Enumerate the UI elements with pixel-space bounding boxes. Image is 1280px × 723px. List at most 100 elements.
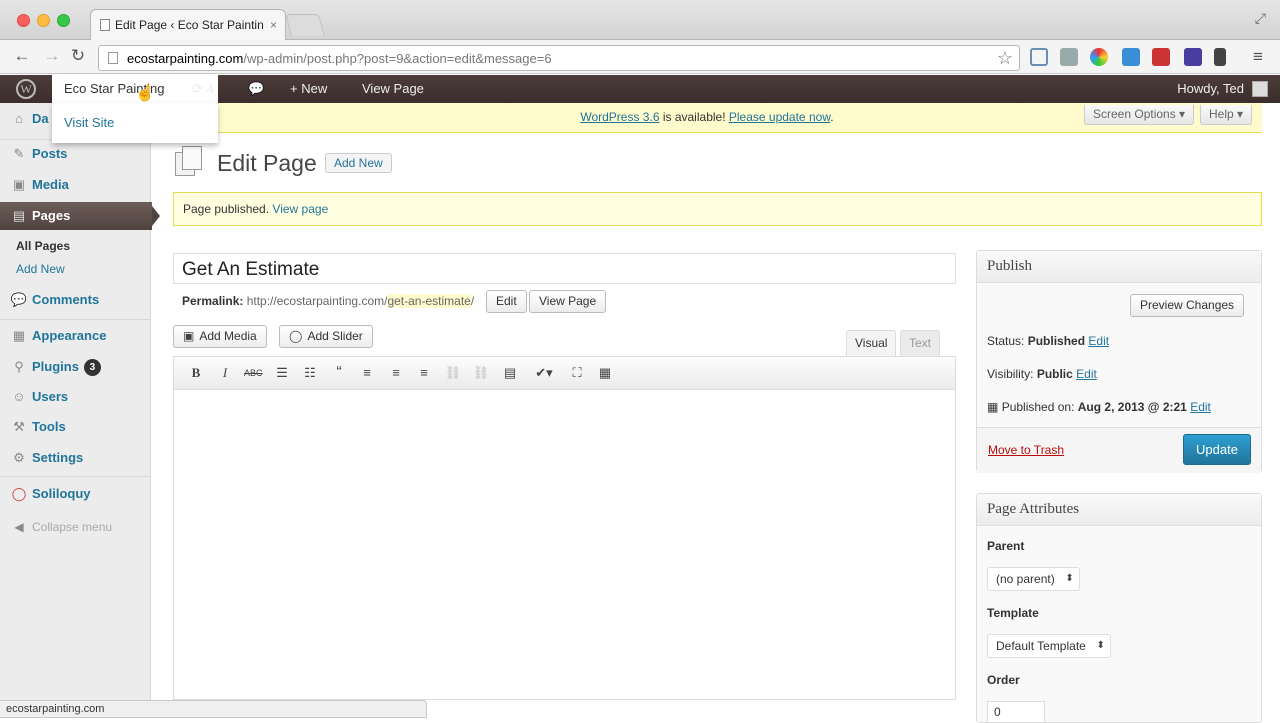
home-icon: ⌂ [15, 111, 23, 126]
menu-appearance[interactable]: ▦ Appearance [0, 322, 151, 350]
screen-options-button[interactable]: Screen Options ▾ [1084, 105, 1195, 125]
extension-icon[interactable] [1060, 48, 1078, 66]
align-right-icon[interactable]: ≡ [415, 364, 433, 382]
bullet-list-icon[interactable]: ☰ [273, 364, 291, 382]
fullscreen-icon[interactable]: ⤢ [1255, 10, 1266, 27]
submenu-all-pages[interactable]: All Pages [16, 239, 70, 253]
wordpress-version-link[interactable]: WordPress 3.6 [580, 110, 659, 124]
extension-icon[interactable] [1122, 48, 1140, 66]
menu-label: Soliloquy [32, 486, 91, 501]
parent-value: (no parent) [996, 572, 1055, 586]
spellcheck-icon[interactable]: ✔▾ [529, 364, 559, 382]
address-bar[interactable]: ecostarpainting.com/wp-admin/post.php?po… [98, 45, 1020, 71]
post-title-input[interactable]: Get An Estimate [173, 253, 956, 284]
users-icon: ☺ [12, 389, 26, 404]
wordpress-logo-icon[interactable]: W [0, 75, 52, 103]
parent-select[interactable]: (no parent) ⬍ [987, 567, 1080, 591]
divider [0, 476, 151, 477]
collapse-menu-button[interactable]: ◀ Collapse menu [0, 513, 151, 541]
preview-changes-button[interactable]: Preview Changes [1130, 294, 1245, 317]
update-button[interactable]: Update [1183, 434, 1251, 465]
updates-link[interactable]: ⟳ 4 [192, 75, 214, 103]
bookmark-star-icon[interactable]: ☆ [997, 48, 1013, 69]
forward-arrow-icon[interactable]: → [42, 46, 62, 66]
editor-toolbar: B I ABC ☰ ☷ “ ≡ ≡ ≡ ⛓ ⛓ ▤ ✔▾ ⛶ ▦ [173, 356, 956, 390]
extension-icon[interactable] [1152, 48, 1170, 66]
edit-permalink-button[interactable]: Edit [486, 290, 527, 313]
reload-icon[interactable]: ↻ [68, 46, 88, 66]
menu-plugins[interactable]: ⚲ Plugins 3 [0, 353, 151, 381]
tab-text[interactable]: Text [900, 330, 941, 356]
menu-label: Da [32, 111, 49, 126]
align-left-icon[interactable]: ≡ [358, 364, 376, 382]
menu-icon[interactable]: ≡ [1248, 47, 1268, 67]
numbered-list-icon[interactable]: ☷ [301, 364, 319, 382]
link-icon[interactable]: ⛓ [444, 364, 462, 382]
kitchen-sink-icon[interactable]: ▦ [596, 364, 614, 382]
browser-tab-bar: Edit Page ‹ Eco Star Paintin × ⤢ [0, 0, 1280, 40]
add-media-button[interactable]: ▣ Add Media [173, 325, 267, 348]
menu-posts[interactable]: ✎ Posts [0, 140, 151, 168]
italic-icon[interactable]: I [216, 364, 234, 382]
new-tab-button[interactable] [285, 14, 325, 36]
fullscreen-icon[interactable]: ⛶ [568, 364, 586, 382]
content-editor[interactable] [173, 389, 956, 700]
visit-site-link[interactable]: Visit Site [64, 115, 114, 130]
edit-date-link[interactable]: Edit [1190, 400, 1211, 414]
template-value: Default Template [996, 639, 1086, 653]
add-new-page-button[interactable]: Add New [325, 153, 392, 173]
view-page-button[interactable]: View Page [529, 290, 607, 313]
minimize-window-button[interactable] [37, 14, 50, 27]
help-button[interactable]: Help ▾ [1200, 105, 1253, 125]
new-content-link[interactable]: + New [290, 75, 327, 103]
template-select[interactable]: Default Template ⬍ [987, 634, 1111, 658]
avatar[interactable] [1252, 81, 1268, 97]
menu-users[interactable]: ☺ Users [0, 383, 151, 411]
menu-label: Appearance [32, 328, 107, 343]
comment-icon: 💬 [10, 292, 28, 307]
extension-icon[interactable] [1030, 48, 1048, 66]
align-center-icon[interactable]: ≡ [387, 364, 405, 382]
bold-icon[interactable]: B [187, 364, 205, 382]
edit-status-link[interactable]: Edit [1088, 334, 1109, 348]
strikethrough-icon[interactable]: ABC [244, 364, 263, 382]
visibility-label: Visibility: [987, 367, 1034, 381]
extension-icon[interactable] [1184, 48, 1202, 66]
comments-icon[interactable]: 💬 [248, 75, 264, 103]
url-host: ecostarpainting.com [127, 51, 244, 66]
blockquote-icon[interactable]: “ [330, 364, 348, 382]
tab-visual[interactable]: Visual [846, 330, 897, 356]
more-tag-icon[interactable]: ▤ [501, 364, 519, 382]
menu-tools[interactable]: ⚒ Tools [0, 413, 151, 441]
move-to-trash-link[interactable]: Move to Trash [988, 443, 1064, 457]
extension-icon[interactable] [1214, 48, 1226, 66]
permalink-slug[interactable]: get-an-estimate [387, 294, 471, 308]
submenu-add-new[interactable]: Add New [16, 262, 65, 276]
browser-tab[interactable]: Edit Page ‹ Eco Star Paintin × [90, 9, 286, 40]
published-label: Published on: [1001, 400, 1075, 414]
tab-title: Edit Page ‹ Eco Star Paintin [115, 18, 264, 32]
menu-settings[interactable]: ⚙ Settings [0, 444, 151, 472]
pages-icon [175, 146, 205, 178]
menu-soliloquy[interactable]: ◯ Soliloquy [0, 480, 151, 508]
view-page-link[interactable]: View Page [362, 75, 424, 103]
settings-icon: ⚙ [13, 450, 25, 465]
add-slider-button[interactable]: ◯ Add Slider [279, 325, 373, 348]
menu-media[interactable]: ▣ Media [0, 171, 151, 199]
menu-pages[interactable]: ▤ Pages [0, 202, 160, 230]
howdy-user[interactable]: Howdy, Ted [1177, 75, 1244, 103]
edit-visibility-link[interactable]: Edit [1076, 367, 1097, 381]
close-window-button[interactable] [17, 14, 30, 27]
update-now-link[interactable]: Please update now [729, 110, 830, 124]
color-picker-extension-icon[interactable] [1090, 48, 1108, 66]
permalink: Permalink: http://ecostarpainting.com/ge… [182, 294, 474, 308]
view-page-link[interactable]: View page [272, 202, 328, 216]
unlink-icon[interactable]: ⛓ [472, 364, 490, 382]
page-title: Edit Page [217, 150, 317, 176]
back-arrow-icon[interactable]: ← [12, 46, 32, 66]
calendar-icon: ▦ [987, 400, 999, 414]
media-icon: ▣ [183, 329, 195, 343]
zoom-window-button[interactable] [57, 14, 70, 27]
tab-close-icon[interactable]: × [270, 18, 277, 32]
menu-comments[interactable]: 💬 Comments [0, 286, 151, 314]
